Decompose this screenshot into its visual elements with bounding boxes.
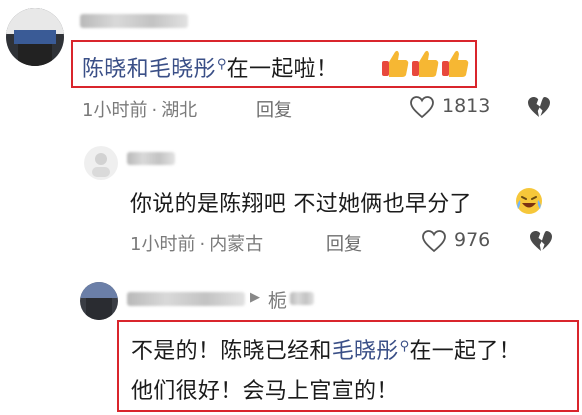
reply2-line1-prefix: 不是的！陈晓已经和	[131, 339, 332, 364]
reply2-avatar[interactable]	[80, 282, 118, 320]
search-icon[interactable]: ⚲	[400, 339, 410, 354]
reply-like-count: 976	[454, 229, 491, 251]
reply2-username-blurred[interactable]	[127, 292, 245, 306]
comment-meta: 1小时前 · 湖北	[82, 100, 198, 121]
avatar-image	[80, 282, 118, 320]
comment-reply-button[interactable]: 回复	[256, 96, 292, 122]
heart-icon[interactable]	[421, 229, 447, 253]
thumbs-up-emoji	[382, 50, 409, 77]
reply-avatar[interactable]	[84, 146, 118, 180]
search-icon[interactable]: ⚲	[217, 57, 227, 72]
comment-text-rest: 在一起啦！	[226, 57, 339, 82]
comment-name-link[interactable]: 陈晓和毛晓彤	[82, 57, 216, 82]
reply-text: 你说的是陈翔吧 不过她俩也早分了	[130, 186, 472, 218]
reply-target-name[interactable]: 栀	[268, 286, 287, 313]
comment-location: 湖北	[161, 100, 198, 121]
thumbs-up-emoji	[412, 50, 439, 77]
broken-heart-icon[interactable]	[526, 95, 552, 119]
comment-text: 陈晓和毛晓彤⚲在一起啦！	[82, 51, 338, 83]
crying-laughing-emoji	[514, 186, 544, 220]
reply-meta: 1小时前 · 内蒙古	[130, 234, 264, 255]
broken-heart-icon[interactable]	[528, 229, 554, 253]
reply2-line1: 不是的！陈晓已经和毛晓彤⚲在一起了！	[131, 333, 521, 365]
reply-time: 1小时前	[130, 234, 196, 255]
avatar-image	[6, 8, 64, 66]
reply2-name-link[interactable]: 毛晓彤	[332, 339, 399, 364]
reply-arrow-icon: ▶	[250, 290, 260, 305]
comment-username-blurred[interactable]	[80, 14, 188, 28]
reply-target-text: 栀	[268, 290, 288, 312]
comment-time: 1小时前	[82, 100, 148, 121]
reply-text-content: 你说的是陈翔吧 不过她俩也早分了	[130, 192, 472, 217]
heart-icon[interactable]	[409, 95, 435, 119]
reply-username-blurred[interactable]	[127, 152, 175, 165]
reply2-line2-text: 他们很好！会马上官宣的！	[131, 379, 399, 404]
comment-like-count: 1813	[442, 95, 491, 117]
reply-location: 内蒙古	[209, 234, 264, 255]
reply2-line1-suffix: 在一起了！	[409, 339, 521, 364]
comment-avatar[interactable]	[6, 8, 64, 66]
reply-reply-button[interactable]: 回复	[326, 230, 362, 256]
reply2-line2: 他们很好！会马上官宣的！	[131, 373, 399, 405]
reply-target-blurred	[290, 292, 314, 305]
avatar-image	[84, 146, 118, 180]
thumbs-up-emoji	[442, 50, 469, 77]
thumbs-up-emoji-group	[378, 46, 474, 82]
